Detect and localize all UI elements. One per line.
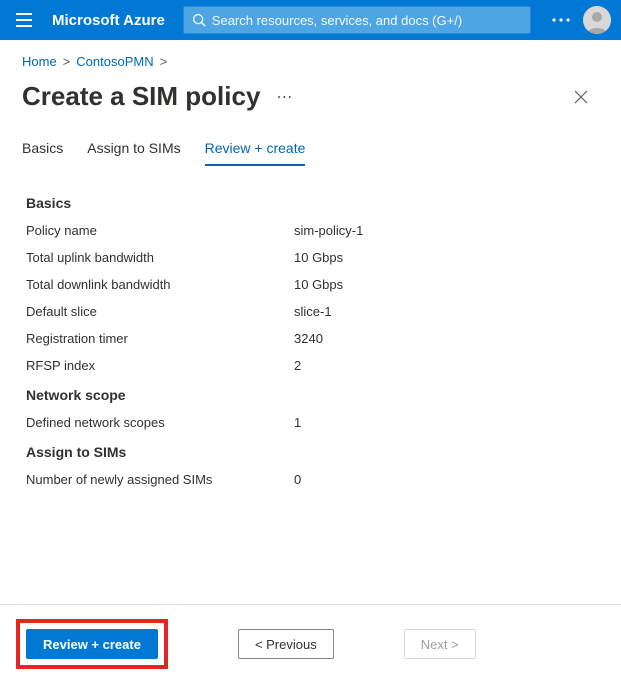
label-default-slice: Default slice: [26, 304, 294, 319]
title-bar: Create a SIM policy ⋯: [0, 75, 621, 122]
label-rfsp: RFSP index: [26, 358, 294, 373]
user-avatar[interactable]: [583, 6, 611, 34]
review-create-button[interactable]: Review + create: [26, 629, 158, 659]
menu-icon[interactable]: [8, 4, 40, 36]
previous-button[interactable]: < Previous: [238, 629, 334, 659]
tab-assign[interactable]: Assign to SIMs: [87, 140, 180, 166]
label-defined-scopes: Defined network scopes: [26, 415, 294, 430]
value-reg-timer: 3240: [294, 331, 597, 346]
value-downlink: 10 Gbps: [294, 277, 597, 292]
label-policy-name: Policy name: [26, 223, 294, 238]
more-icon[interactable]: [545, 4, 577, 36]
search-icon: [192, 13, 206, 27]
label-downlink: Total downlink bandwidth: [26, 277, 294, 292]
section-heading-assign: Assign to SIMs: [26, 444, 597, 460]
next-button: Next >: [404, 629, 476, 659]
tab-basics[interactable]: Basics: [22, 140, 63, 166]
search-placeholder: Search resources, services, and docs (G+…: [212, 13, 462, 28]
breadcrumb: Home > ContosoPMN >: [0, 40, 621, 75]
footer-bar: Review + create < Previous Next >: [0, 604, 621, 685]
breadcrumb-home[interactable]: Home: [22, 54, 57, 69]
section-heading-basics: Basics: [26, 195, 597, 211]
label-uplink: Total uplink bandwidth: [26, 250, 294, 265]
highlight-frame: Review + create: [16, 619, 168, 669]
close-icon[interactable]: [567, 83, 595, 111]
title-more-icon[interactable]: ⋯: [276, 87, 293, 107]
value-newly-assigned: 0: [294, 472, 597, 487]
tabs: Basics Assign to SIMs Review + create: [0, 122, 621, 167]
review-content: Basics Policy name sim-policy-1 Total up…: [0, 167, 621, 487]
value-uplink: 10 Gbps: [294, 250, 597, 265]
section-heading-network-scope: Network scope: [26, 387, 597, 403]
global-search-input[interactable]: Search resources, services, and docs (G+…: [183, 6, 531, 34]
tab-review-create[interactable]: Review + create: [205, 140, 306, 166]
chevron-right-icon: >: [63, 54, 71, 69]
value-defined-scopes: 1: [294, 415, 597, 430]
page-title: Create a SIM policy: [22, 81, 260, 112]
label-reg-timer: Registration timer: [26, 331, 294, 346]
brand-label[interactable]: Microsoft Azure: [48, 12, 175, 29]
value-policy-name: sim-policy-1: [294, 223, 597, 238]
chevron-right-icon: >: [160, 54, 168, 69]
label-newly-assigned: Number of newly assigned SIMs: [26, 472, 294, 487]
top-navbar: Microsoft Azure Search resources, servic…: [0, 0, 621, 40]
value-default-slice: slice-1: [294, 304, 597, 319]
breadcrumb-item[interactable]: ContosoPMN: [76, 54, 153, 69]
value-rfsp: 2: [294, 358, 597, 373]
